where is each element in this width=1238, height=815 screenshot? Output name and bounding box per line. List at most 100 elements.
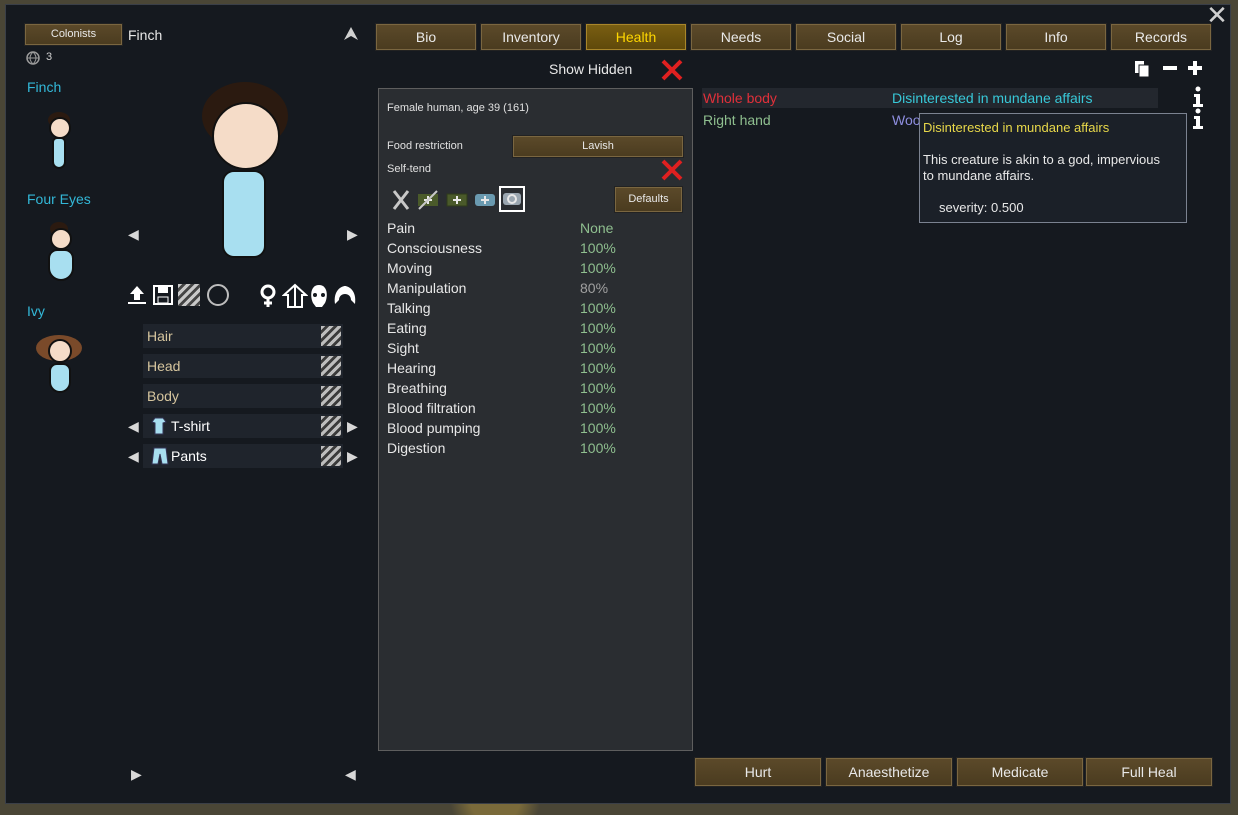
- hediff-part-whole-body[interactable]: Whole body: [703, 90, 777, 106]
- medicate-button[interactable]: Medicate: [956, 757, 1084, 787]
- apparel-label: Hair: [147, 328, 173, 344]
- no-care-icon[interactable]: [389, 188, 413, 212]
- capacity-value: 100%: [580, 240, 616, 256]
- capacity-value: 100%: [580, 320, 616, 336]
- defaults-button[interactable]: Defaults: [614, 186, 683, 213]
- capacity-name: Sight: [387, 340, 419, 356]
- female-gender-icon[interactable]: [258, 284, 278, 308]
- colonist-portrait-four-eyes[interactable]: [44, 222, 76, 281]
- pants-prev-arrow[interactable]: ◀: [128, 448, 139, 465]
- colonist-portrait-finch[interactable]: [44, 112, 74, 169]
- self-tend-checkbox[interactable]: [660, 158, 684, 182]
- capacity-sight: Sight: [387, 340, 419, 360]
- no-meds-icon[interactable]: [416, 188, 440, 212]
- anaesthetize-button[interactable]: Anaesthetize: [825, 757, 953, 787]
- hurt-button[interactable]: Hurt: [694, 757, 822, 787]
- apparel-row-head[interactable]: Head: [143, 354, 343, 378]
- capacity-name: Hearing: [387, 360, 437, 376]
- left-panel-prev-arrow[interactable]: ◀: [345, 766, 356, 783]
- pants-next-arrow[interactable]: ▶: [347, 448, 358, 465]
- apparel-label: T-shirt: [171, 418, 210, 434]
- apparel-row-hair[interactable]: Hair: [143, 324, 343, 348]
- tab-social[interactable]: Social: [795, 23, 897, 51]
- capacity-value: 100%: [580, 440, 616, 456]
- industrial-medicine-icon[interactable]: [473, 188, 497, 212]
- capacity-hearing: Hearing: [387, 360, 436, 380]
- capacity-name: Pain: [387, 220, 416, 236]
- tshirt-prev-arrow[interactable]: ◀: [128, 418, 139, 435]
- apparel-row-pants[interactable]: Pants: [143, 444, 343, 468]
- color-pick-icon[interactable]: [321, 446, 341, 466]
- colonist-list-item-four-eyes[interactable]: Four Eyes: [27, 191, 91, 207]
- body-type-icon[interactable]: [281, 283, 309, 309]
- pants-icon: [151, 447, 169, 465]
- spin-icon[interactable]: [205, 282, 231, 308]
- tab-inventory[interactable]: Inventory: [480, 23, 582, 51]
- info-icon[interactable]: [1191, 108, 1205, 130]
- color-pick-icon[interactable]: [321, 326, 341, 346]
- hair-style-icon[interactable]: [332, 284, 358, 308]
- colonist-portrait-ivy[interactable]: [36, 335, 84, 393]
- capacity-blood-filtration: Blood filtration: [387, 400, 476, 420]
- full-heal-button[interactable]: Full Heal: [1085, 757, 1213, 787]
- apparel-row-body[interactable]: Body: [143, 384, 343, 408]
- show-hidden-label: Show Hidden: [549, 61, 633, 77]
- hediff-condition-disinterested[interactable]: Disinterested in mundane affairs: [892, 90, 1093, 106]
- capacity-digestion: Digestion: [387, 440, 445, 460]
- tshirt-next-arrow[interactable]: ▶: [347, 418, 358, 435]
- pawn-summary-text: Female human, age 39 (161): [387, 102, 529, 114]
- self-tend-label: Self-tend: [387, 163, 432, 175]
- tooltip-body: This creature is akin to a god, impervio…: [923, 152, 1160, 183]
- colonist-list-item-ivy[interactable]: Ivy: [27, 303, 45, 319]
- tab-health[interactable]: Health: [585, 23, 687, 51]
- herbal-medicine-icon[interactable]: [444, 188, 470, 212]
- portrait-prev-arrow[interactable]: ◀: [128, 226, 139, 243]
- glitterworld-medicine-icon[interactable]: [499, 186, 525, 212]
- capacity-name: Manipulation: [387, 280, 467, 296]
- colonist-count: 3: [46, 51, 53, 63]
- capacity-breathing: Breathing: [387, 380, 447, 400]
- colonists-button[interactable]: Colonists: [24, 23, 123, 46]
- colonist-list-item-finch[interactable]: Finch: [27, 79, 61, 95]
- randomize-icon[interactable]: [178, 284, 200, 306]
- tab-info[interactable]: Info: [1005, 23, 1107, 51]
- capacity-name: Moving: [387, 260, 433, 276]
- portrait-next-arrow[interactable]: ▶: [347, 226, 358, 243]
- save-icon[interactable]: [152, 284, 174, 306]
- head-type-icon[interactable]: [308, 283, 330, 309]
- tab-log[interactable]: Log: [900, 23, 1002, 51]
- capacity-value: None: [580, 220, 614, 236]
- capacity-name: Blood filtration: [387, 400, 476, 416]
- capacity-eating: Eating: [387, 320, 427, 340]
- tooltip-severity: severity: 0.500: [939, 200, 1024, 215]
- capacity-name: Breathing: [387, 380, 447, 396]
- copy-icon[interactable]: [1134, 60, 1150, 78]
- color-pick-icon[interactable]: [321, 416, 341, 436]
- colonist-large-portrait: [200, 82, 292, 262]
- food-restriction-dropdown[interactable]: Lavish: [512, 135, 684, 158]
- show-hidden-toggle-icon[interactable]: [660, 58, 684, 82]
- capacity-value: 100%: [580, 400, 616, 416]
- tab-bio[interactable]: Bio: [375, 23, 477, 51]
- capacity-name: Blood pumping: [387, 420, 481, 436]
- capacity-pain: Pain: [387, 220, 415, 240]
- capacity-value: 100%: [580, 420, 616, 436]
- upload-icon[interactable]: [126, 284, 148, 306]
- hediff-part-right-hand[interactable]: Right hand: [703, 112, 771, 128]
- capacity-name: Eating: [387, 320, 427, 336]
- capacity-manipulation: Manipulation: [387, 280, 466, 300]
- capacity-blood-pumping: Blood pumping: [387, 420, 480, 440]
- info-icon[interactable]: [1191, 86, 1205, 108]
- left-panel-next-arrow[interactable]: ▶: [131, 766, 142, 783]
- tooltip-title: Disinterested in mundane affairs: [923, 120, 1110, 135]
- apparel-label: Pants: [171, 448, 207, 464]
- color-pick-icon[interactable]: [321, 386, 341, 406]
- apparel-row-tshirt[interactable]: T-shirt: [143, 414, 343, 438]
- tab-records[interactable]: Records: [1110, 23, 1212, 51]
- tab-needs[interactable]: Needs: [690, 23, 792, 51]
- pin-icon[interactable]: [343, 26, 359, 42]
- globe-icon: [26, 51, 40, 65]
- plus-icon[interactable]: [1187, 60, 1203, 76]
- color-pick-icon[interactable]: [321, 356, 341, 376]
- minus-icon[interactable]: [1162, 60, 1178, 76]
